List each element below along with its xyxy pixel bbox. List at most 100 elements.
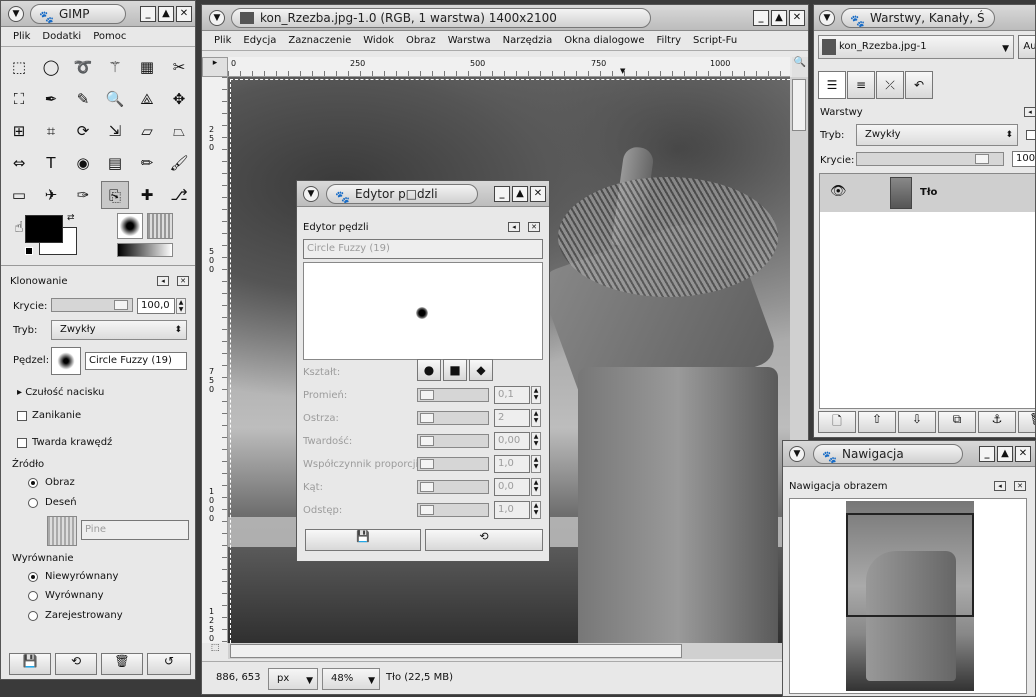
shape-circle-button[interactable]: ● (417, 359, 441, 381)
toolbox-titlebar[interactable]: ▼ 🐾 GIMP _ ▲ ✕ (1, 1, 195, 27)
scale-tool-icon[interactable]: ⇲ (101, 117, 129, 145)
opacity-slider[interactable] (51, 298, 133, 312)
pencil-tool-icon[interactable]: ✏ (133, 149, 161, 177)
menu-narzedzia[interactable]: Narzędzia (497, 35, 559, 46)
window-menu-button[interactable]: ▼ (303, 186, 319, 202)
layer-row[interactable]: 👁 Tło (820, 174, 1035, 212)
gradient-preview[interactable] (117, 243, 173, 257)
menu-okna[interactable]: Okna dialogowe (558, 35, 650, 46)
ruler-corner[interactable]: ▸ (202, 57, 228, 77)
brush-param-input[interactable]: 2 (494, 409, 530, 427)
panel-menu-icon[interactable]: ◂ (157, 276, 169, 286)
navigation-titlebar[interactable]: ▼ 🐾 Nawigacja _ ▲ ✕ (783, 441, 1035, 467)
delete-options-button[interactable]: 🗑 (101, 653, 143, 675)
brush-editor-titlebar[interactable]: ▼ 🐾 Edytor p□dzli _ ▲ ✕ (297, 181, 549, 207)
panel-close-icon[interactable]: ✕ (177, 276, 189, 286)
maximize-button[interactable]: ▲ (512, 186, 528, 202)
align-registered-radio[interactable] (28, 611, 38, 621)
menu-edycja[interactable]: Edycja (237, 35, 282, 46)
free-select-tool-icon[interactable]: ➰ (69, 53, 97, 81)
panel-menu-icon[interactable]: ◂ (994, 481, 1006, 491)
source-pattern-radio[interactable] (28, 498, 38, 508)
anchor-layer-button[interactable]: ⚓ (978, 411, 1016, 433)
quick-mask-toggle[interactable]: ⬚ (204, 643, 226, 659)
image-titlebar[interactable]: ▼ kon_Rzezba.jpg-1.0 (RGB, 1 warstwa) 14… (202, 5, 808, 31)
pattern-preview[interactable] (147, 213, 173, 239)
tab-channels[interactable]: ≡ (847, 71, 875, 99)
reset-options-button[interactable]: ↺ (147, 653, 191, 675)
layer-opacity-input[interactable]: 100,0 (1012, 151, 1035, 167)
brush-param-input[interactable]: 0,00 (494, 432, 530, 450)
brush-param-input[interactable]: 1,0 (494, 455, 530, 473)
brush-param-spin[interactable]: ▲ ▼ (531, 432, 541, 450)
eraser-tool-icon[interactable]: ▭ (5, 181, 33, 209)
swap-colors-icon[interactable]: ⇄ (67, 213, 75, 223)
blend-tool-icon[interactable]: ▤ (101, 149, 129, 177)
window-menu-button[interactable]: ▼ (819, 10, 835, 26)
foreground-select-tool-icon[interactable]: ⛶ (5, 85, 33, 113)
maximize-button[interactable]: ▲ (997, 446, 1013, 462)
perspective-tool-icon[interactable]: ⏢ (165, 117, 193, 145)
rotate-tool-icon[interactable]: ⟳ (69, 117, 97, 145)
slider-handle[interactable] (420, 390, 434, 400)
shear-tool-icon[interactable]: ▱ (133, 117, 161, 145)
menu-filtry[interactable]: Filtry (651, 35, 688, 46)
slider-handle[interactable] (420, 413, 434, 423)
window-menu-button[interactable]: ▼ (789, 446, 805, 462)
color-select-tool-icon[interactable]: ▦ (133, 53, 161, 81)
tab-layers[interactable]: ☰ (818, 71, 846, 99)
menu-warstwa[interactable]: Warstwa (442, 35, 497, 46)
panel-menu-icon[interactable]: ◂ (508, 222, 520, 232)
slider-handle[interactable] (420, 505, 434, 515)
menu-widok[interactable]: Widok (357, 35, 400, 46)
align-tool-icon[interactable]: ⊞ (5, 117, 33, 145)
brush-param-input[interactable]: 0,0 (494, 478, 530, 496)
airbrush-tool-icon[interactable]: ✈ (37, 181, 65, 209)
brush-preview[interactable] (117, 213, 143, 239)
delete-layer-button[interactable]: 🗑 (1018, 411, 1035, 433)
new-layer-button[interactable]: 🗋 (818, 411, 856, 433)
zoom-combo[interactable]: 48% ▼ (322, 668, 380, 690)
menu-obraz[interactable]: Obraz (400, 35, 442, 46)
menu-zaznaczenie[interactable]: Zaznaczenie (282, 35, 357, 46)
brush-param-input[interactable]: 1,0 (494, 501, 530, 519)
revert-brush-button[interactable]: ⟲ (425, 529, 543, 551)
brush-param-slider[interactable] (417, 434, 489, 448)
layer-opacity-slider[interactable] (856, 152, 1004, 166)
window-menu-button[interactable]: ▼ (8, 6, 24, 22)
align-none-radio[interactable] (28, 572, 38, 582)
zoom-tool-icon[interactable]: 🔍 (101, 85, 129, 113)
menu-plik[interactable]: Plik (208, 35, 237, 46)
slider-handle[interactable] (420, 436, 434, 446)
minimize-button[interactable]: _ (494, 186, 510, 202)
vscroll-thumb[interactable] (792, 79, 806, 131)
duplicate-layer-button[interactable]: ⧉ (938, 411, 976, 433)
minimize-button[interactable]: _ (753, 10, 769, 26)
fade-checkbox[interactable] (17, 411, 27, 421)
window-menu-button[interactable]: ▼ (209, 10, 225, 26)
tab-undo[interactable]: ↶ (905, 71, 933, 99)
brush-param-input[interactable]: 0,1 (494, 386, 530, 404)
brush-param-slider[interactable] (417, 457, 489, 471)
brush-param-spin[interactable]: ▲ ▼ (531, 386, 541, 404)
restore-options-button[interactable]: ⟲ (55, 653, 97, 675)
eye-icon[interactable]: 👁 (830, 184, 847, 199)
panel-menu-icon[interactable]: ◂ (1024, 107, 1035, 117)
minimize-button[interactable]: _ (979, 446, 995, 462)
brush-param-slider[interactable] (417, 480, 489, 494)
close-button[interactable]: ✕ (789, 10, 805, 26)
brush-param-slider[interactable] (417, 388, 489, 402)
menu-dodatki[interactable]: Dodatki (36, 31, 87, 42)
panel-close-icon[interactable]: ✕ (528, 222, 540, 232)
brush-param-spin[interactable]: ▲ ▼ (531, 455, 541, 473)
brush-param-slider[interactable] (417, 411, 489, 425)
vertical-ruler[interactable]: 2 5 0 5 0 0 7 5 0 1 0 0 0 1 2 5 0 (202, 77, 228, 643)
brush-param-slider[interactable] (417, 503, 489, 517)
slider-handle[interactable] (975, 154, 989, 164)
unit-combo[interactable]: px ▼ (268, 668, 318, 690)
heal-tool-icon[interactable]: ✚ (133, 181, 161, 209)
rect-select-tool-icon[interactable]: ⬚ (5, 53, 33, 81)
source-image-radio[interactable] (28, 478, 38, 488)
brush-name-field[interactable]: Circle Fuzzy (19) (303, 239, 543, 259)
close-button[interactable]: ✕ (1015, 446, 1031, 462)
